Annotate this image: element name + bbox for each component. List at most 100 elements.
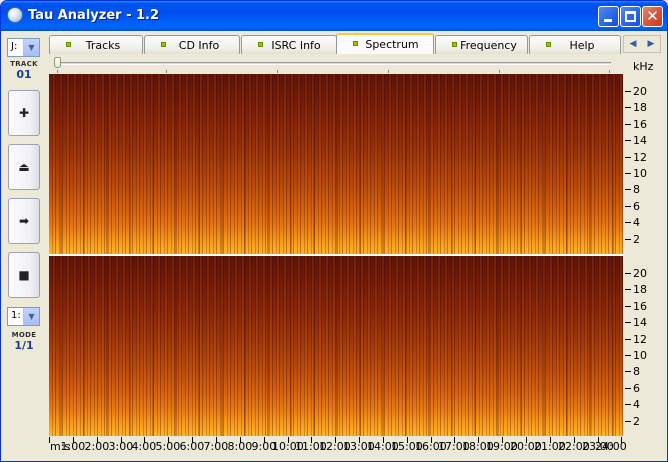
- close-button[interactable]: ✕: [642, 6, 663, 27]
- frequency-tick: [625, 239, 631, 240]
- frequency-tick: [625, 206, 631, 207]
- track-number: 01: [16, 68, 32, 81]
- mode-select[interactable]: 1: ▼: [7, 307, 40, 326]
- frequency-tick: [625, 124, 631, 125]
- app-icon[interactable]: [7, 7, 23, 23]
- frequency-tick-label: 10: [633, 167, 647, 180]
- chevron-down-icon[interactable]: ▼: [23, 308, 39, 325]
- tab-tracks[interactable]: Tracks: [49, 35, 143, 54]
- frequency-unit-label: kHz: [633, 60, 654, 73]
- tab-strip: Tracks CD Info ISRC Info Spectrum Freque…: [49, 33, 621, 54]
- spectrogram-left-channel[interactable]: [49, 74, 623, 254]
- frequency-tick: [625, 222, 631, 223]
- time-tick-label: 6:00: [179, 440, 205, 453]
- frequency-tick: [625, 140, 631, 141]
- frequency-tick: [625, 404, 631, 405]
- tab-spectrum[interactable]: Spectrum: [336, 33, 434, 54]
- slider-tick: [499, 70, 500, 73]
- tab-label: Spectrum: [365, 38, 419, 51]
- tab-label: ISRC Info: [271, 39, 321, 52]
- chevron-left-icon[interactable]: ◀: [624, 37, 642, 52]
- frequency-tick-label: 14: [633, 134, 647, 147]
- eject-icon: ⏏: [18, 160, 30, 174]
- time-tick-label: 5:00: [155, 440, 181, 453]
- tab-label: CD Info: [178, 39, 220, 52]
- frequency-tick-label: 10: [633, 349, 647, 362]
- drive-select-value: J:: [11, 41, 18, 52]
- stop-icon: ■: [18, 268, 30, 282]
- frequency-tick-label: 8: [633, 365, 640, 378]
- frequency-tick: [625, 189, 631, 190]
- stop-button[interactable]: ■: [8, 252, 40, 298]
- frequency-tick-label: 8: [633, 183, 640, 196]
- frequency-tick-label: 20: [633, 267, 647, 280]
- play-button[interactable]: ➡: [8, 198, 40, 244]
- chevron-down-icon[interactable]: ▼: [23, 39, 39, 56]
- tab-scroller: ◀ ▶: [623, 35, 661, 53]
- frequency-tick: [625, 322, 631, 323]
- slider-tick: [166, 70, 167, 73]
- frequency-tick: [625, 289, 631, 290]
- tab-label: Frequency: [460, 39, 517, 52]
- position-slider[interactable]: [49, 55, 615, 73]
- mode-select-value: 1:: [11, 310, 21, 321]
- drive-select[interactable]: J: ▼: [7, 38, 40, 57]
- tab-label: Help: [569, 39, 595, 52]
- time-tick: [49, 437, 50, 443]
- plus-icon: ✚: [18, 106, 30, 120]
- time-tick-label: 4:00: [131, 440, 157, 453]
- tab-frequency[interactable]: Frequency: [435, 35, 528, 54]
- eject-button[interactable]: ⏏: [8, 144, 40, 190]
- frequency-tick-label: 20: [633, 85, 647, 98]
- frequency-tick-label: 16: [633, 118, 647, 131]
- time-tick-label: 8:00: [227, 440, 253, 453]
- window-title: Tau Analyzer - 1.2: [28, 8, 160, 23]
- frequency-tick-label: 18: [633, 101, 647, 114]
- title-bar[interactable]: Tau Analyzer - 1.2 ✕: [1, 1, 667, 31]
- slider-tick: [57, 70, 58, 73]
- frequency-axis-top: 20 18 16 14 12 10 8 6 4 2: [625, 74, 665, 254]
- maximize-icon: [625, 11, 636, 22]
- slider-track[interactable]: [55, 62, 611, 65]
- spectrogram-right-channel[interactable]: [49, 256, 623, 436]
- maximize-button[interactable]: [620, 6, 641, 27]
- tab-isrc-info[interactable]: ISRC Info: [241, 35, 337, 54]
- slider-tick: [277, 70, 278, 73]
- frequency-axis-bottom: 20 18 16 14 12 10 8 6 4 2: [625, 256, 665, 436]
- slider-tick: [388, 70, 389, 73]
- frequency-tick: [625, 306, 631, 307]
- minimize-icon: [604, 19, 612, 22]
- slider-thumb[interactable]: [54, 57, 61, 68]
- frequency-tick: [625, 173, 631, 174]
- frequency-tick: [625, 355, 631, 356]
- frequency-tick-label: 18: [633, 283, 647, 296]
- chevron-right-icon[interactable]: ▶: [642, 37, 660, 52]
- tab-label: Tracks: [85, 39, 121, 52]
- frequency-tick-label: 4: [633, 398, 640, 411]
- time-tick-label: 7:00: [203, 440, 229, 453]
- frequency-tick-label: 2: [633, 415, 640, 428]
- slider-tick: [609, 70, 610, 73]
- add-button[interactable]: ✚: [8, 90, 40, 136]
- tab-cd-info[interactable]: CD Info: [144, 35, 240, 54]
- frequency-tick: [625, 157, 631, 158]
- time-tick-label: 1:00: [60, 440, 86, 453]
- time-tick-label: 24:00: [595, 440, 627, 453]
- close-icon: ✕: [646, 7, 659, 25]
- mode-value: 1/1: [14, 339, 34, 352]
- left-toolbar: J: ▼ TRACK 01 ✚ ⏏ ➡ ■ 1: ▼ MODE 1/1: [5, 35, 43, 457]
- frequency-tick: [625, 91, 631, 92]
- frequency-tick: [625, 339, 631, 340]
- frequency-tick-label: 4: [633, 216, 640, 229]
- minimize-button[interactable]: [598, 6, 619, 27]
- time-tick-label: 2:00: [84, 440, 110, 453]
- frequency-tick: [625, 273, 631, 274]
- frequency-tick: [625, 388, 631, 389]
- frequency-tick-label: 2: [633, 233, 640, 246]
- frequency-tick-label: 12: [633, 151, 647, 164]
- tab-help[interactable]: Help: [529, 35, 621, 54]
- mode-label: MODE: [11, 331, 37, 339]
- app-window: Tau Analyzer - 1.2 ✕ J: ▼ TRACK 01 ✚ ⏏ ➡…: [0, 0, 668, 462]
- frequency-tick: [625, 371, 631, 372]
- frequency-tick-label: 12: [633, 333, 647, 346]
